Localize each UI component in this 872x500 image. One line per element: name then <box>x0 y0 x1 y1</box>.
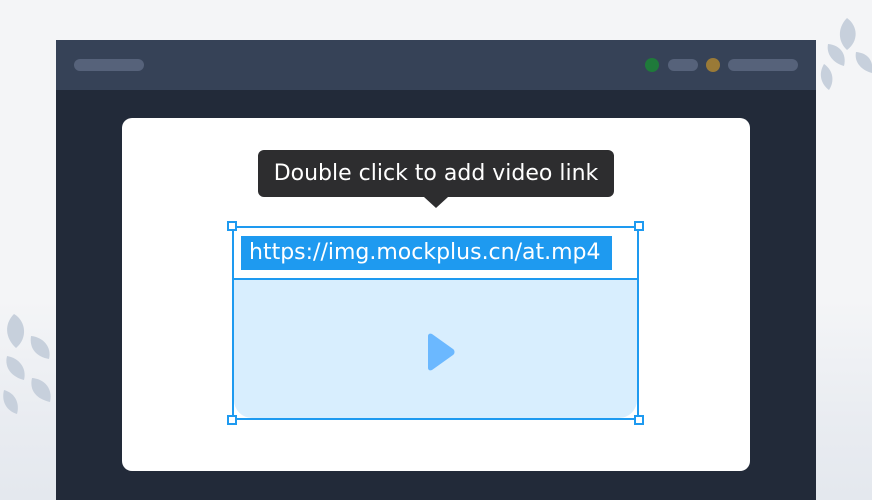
browser-window: Double click to add video link <box>56 40 816 500</box>
toolbar-placeholder <box>668 59 698 71</box>
resize-handle-bottom-left[interactable] <box>227 415 237 425</box>
video-link-tooltip: Double click to add video link <box>258 150 614 197</box>
window-control-green[interactable] <box>645 58 659 72</box>
video-preview[interactable] <box>234 278 637 418</box>
resize-handle-top-left[interactable] <box>227 221 237 231</box>
leaf-icon <box>0 310 60 420</box>
video-component[interactable] <box>232 226 639 420</box>
toolbar-placeholder <box>728 59 798 71</box>
resize-handle-bottom-right[interactable] <box>634 415 644 425</box>
video-link-input[interactable] <box>241 236 612 270</box>
resize-handle-top-right[interactable] <box>634 221 644 231</box>
browser-topbar <box>56 40 816 90</box>
editor-panel: Double click to add video link <box>122 118 750 471</box>
play-icon[interactable] <box>419 332 459 372</box>
tooltip-arrow <box>424 197 448 208</box>
address-bar[interactable] <box>74 59 144 71</box>
leaf-icon <box>816 14 872 92</box>
window-control-amber[interactable] <box>706 58 720 72</box>
